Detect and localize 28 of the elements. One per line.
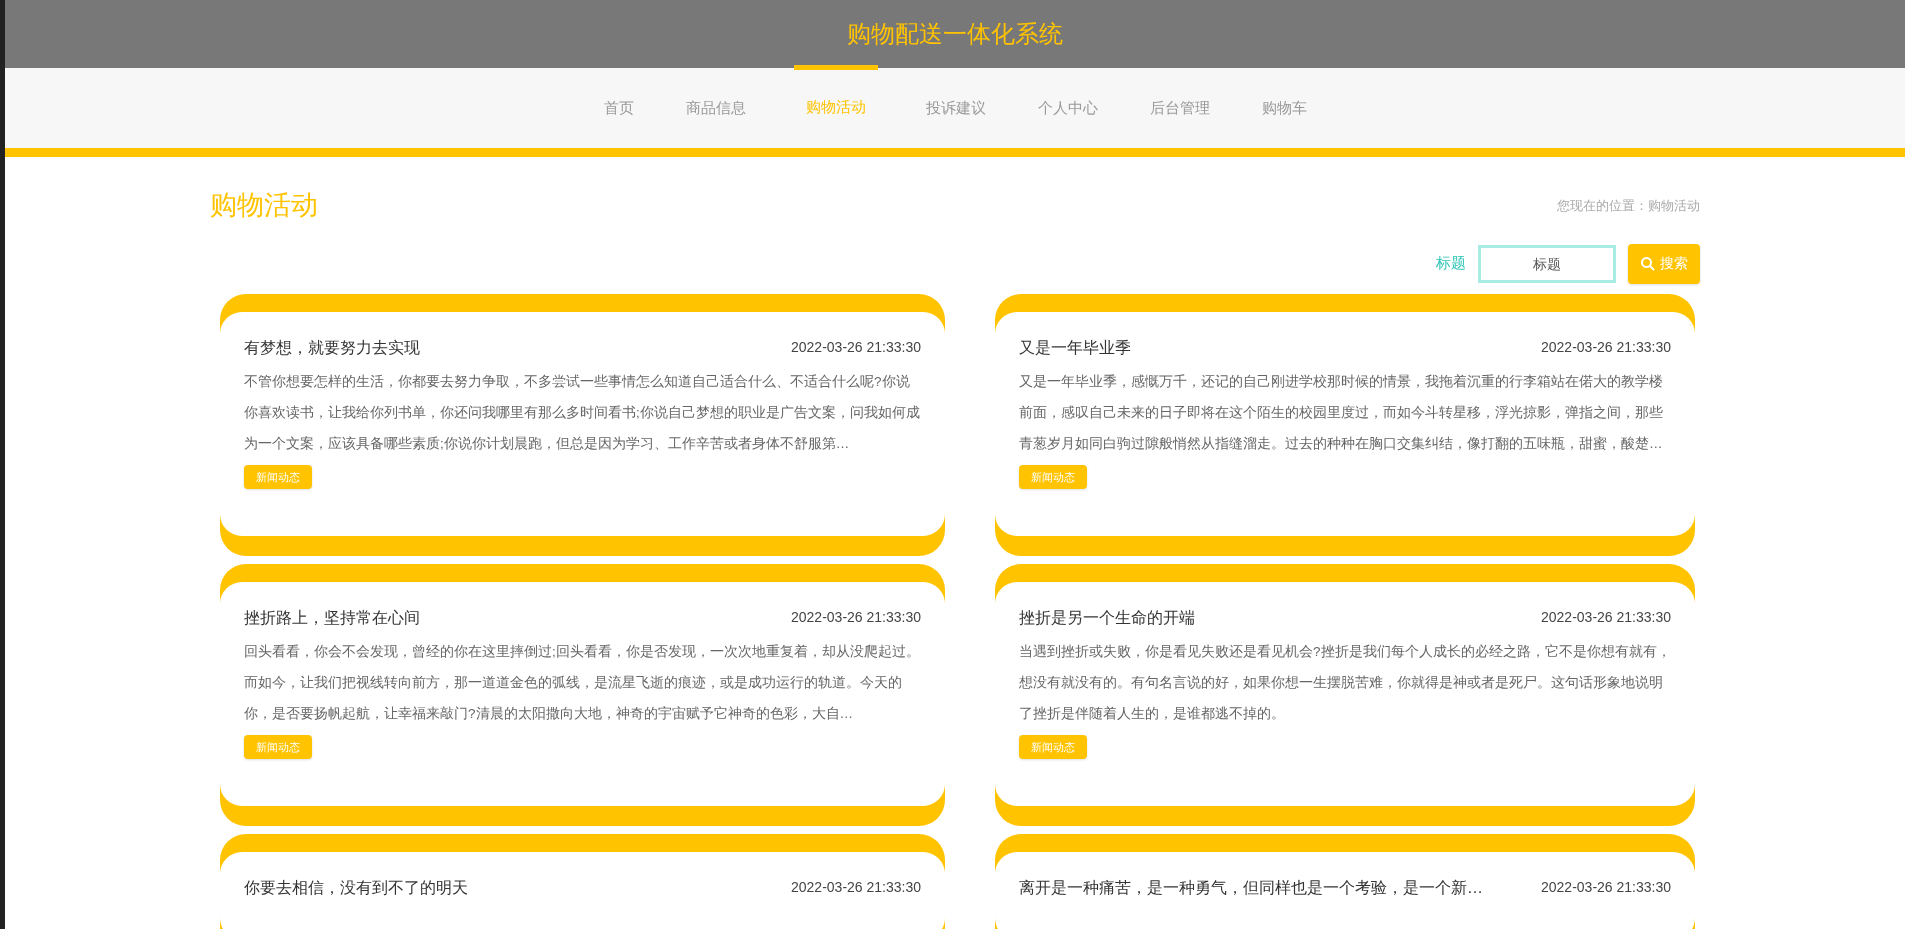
article-summary: 又是一年毕业季，感慨万千，还记的自己刚进学校那时候的情景，我拖着沉重的行李箱站在偌大的教学楼前面，感叹自己未来的日子即将在这个陌生的校园里度过，而如今斗转星移，浮光掠影，弹指之间，那些青葱岁月如同白驹过隙般悄然从指缝溜走。过去的种种在胸口交集纠结，像打翻的五味瓶，甜蜜，酸楚… — [1019, 372, 1664, 453]
article-card[interactable]: 离开是一种痛苦，是一种勇气，但同样也是一个考验，是一个新… 2022-03-26 21:33:30 — [995, 833, 1695, 929]
breadcrumb: 您现在的位置：购物活动 — [1557, 196, 1700, 215]
article-card[interactable]: 挫折路上，坚持常在心间 2022-03-26 21:33:30 回头看看，你会不会发现，曾经的你在这里摔倒过;回头看看，你是否发现，一次次地重复着，却从没爬起过。而如今，让我们把视线转向前方，那一道道金色的弧线，是流星飞逝的痕迹，或是成功运行的轨道。今天的你，是否要扬帆起航，让幸福来敲门?清晨的太阳撒向大地，神奇的宇宙赋予它神奇的色彩，大自… 新闻动态 — [220, 563, 945, 826]
article-date: 2022-03-26 21:33:30 — [1541, 608, 1671, 627]
article-summary: 回头看看，你会不会发现，曾经的你在这里摔倒过;回头看看，你是否发现，一次次地重复着，却从没爬起过。而如今，让我们把视线转向前方，那一道道金色的弧线，是流星飞逝的痕迹，或是成功运行的轨道。今天的你，是否要扬帆起航，让幸福来敲门?清晨的太阳撒向大地，神奇的宇宙赋予它神奇的色彩，大自… — [244, 642, 921, 723]
site-title: 购物配送一体化系统 — [847, 19, 1063, 49]
article-title[interactable]: 挫折是另一个生命的开端 — [1019, 605, 1195, 630]
article-date: 2022-03-26 21:33:30 — [791, 878, 921, 897]
article-date: 2022-03-26 21:33:30 — [1541, 878, 1671, 897]
article-title[interactable]: 有梦想，就要努力去实现 — [244, 335, 420, 360]
article-summary: 不管你想要怎样的生活，你都要去努力争取，不多尝试一些事情怎么知道自己适合什么、不适合什么呢?你说你喜欢读书，让我给你列书单，你还问我哪里有那么多时间看书;你说自己梦想的职业是广告文案，问我如何成为一个文案，应该具备哪些素质;你说你计划晨跑，但总是因为学习、工作辛苦或者身体不舒服第… — [244, 372, 921, 453]
search-label: 标题 — [1436, 253, 1466, 274]
article-title[interactable]: 又是一年毕业季 — [1019, 335, 1131, 360]
article-card[interactable]: 又是一年毕业季 2022-03-26 21:33:30 又是一年毕业季，感慨万千，还记的自己刚进学校那时候的情景，我拖着沉重的行李箱站在偌大的教学楼前面，感叹自己未来的日子即将在这个陌生的校园里度过，而如今斗转星移，浮光掠影，弹指之间，那些青葱岁月如同白驹过隙般悄然从指缝溜走。过去的种种在胸口交集纠结，像打翻的五味瓶，甜蜜，酸楚… 新闻动态 — [995, 293, 1695, 556]
search-field[interactable]: 标题 — [1478, 244, 1616, 283]
article-summary: 当遇到挫折或失败，你是看见失败还是看见机会?挫折是我们每个人成长的必经之路，它不是你想有就有，想没有就没有的。有句名言说的好，如果你想一生摆脱苦难，你就得是神或者是死尸。这句话形象地说明了挫折是伴随着人生的，是谁都逃不掉的。 — [1019, 642, 1671, 723]
article-card[interactable]: 你要去相信，没有到不了的明天 2022-03-26 21:33:30 — [220, 833, 945, 929]
article-card[interactable]: 有梦想，就要努力去实现 2022-03-26 21:33:30 不管你想要怎样的生活，你都要去努力争取，不多尝试一些事情怎么知道自己适合什么、不适合什么呢?你说你喜欢读书，让我给你列书单，你还问我哪里有那么多时间看书;你说自己梦想的职业是广告文案，问我如何成为一个文案，应该具备哪些素质;你说你计划晨跑，但总是因为学习、工作辛苦或者身体不舒服第… 新闻动态 — [220, 293, 945, 556]
article-date: 2022-03-26 21:33:30 — [791, 338, 921, 357]
article-title[interactable]: 离开是一种痛苦，是一种勇气，但同样也是一个考验，是一个新… — [1019, 875, 1483, 900]
article-date: 2022-03-26 21:33:30 — [791, 608, 921, 627]
page-title: 购物活动 — [210, 189, 318, 222]
search-icon — [1640, 255, 1656, 272]
article-date: 2022-03-26 21:33:30 — [1541, 338, 1671, 357]
article-title[interactable]: 挫折路上，坚持常在心间 — [244, 605, 420, 630]
article-title[interactable]: 你要去相信，没有到不了的明天 — [244, 875, 468, 900]
article-card[interactable]: 挫折是另一个生命的开端 2022-03-26 21:33:30 当遇到挫折或失败，你是看见失败还是看见机会?挫折是我们每个人成长的必经之路，它不是你想有就有，想没有就没有的。有句名言说的好，如果你想一生摆脱苦难，你就得是神或者是死尸。这句话形象地说明了挫折是伴随着人生的，是谁都逃不掉的。 新闻动态 — [995, 563, 1695, 826]
